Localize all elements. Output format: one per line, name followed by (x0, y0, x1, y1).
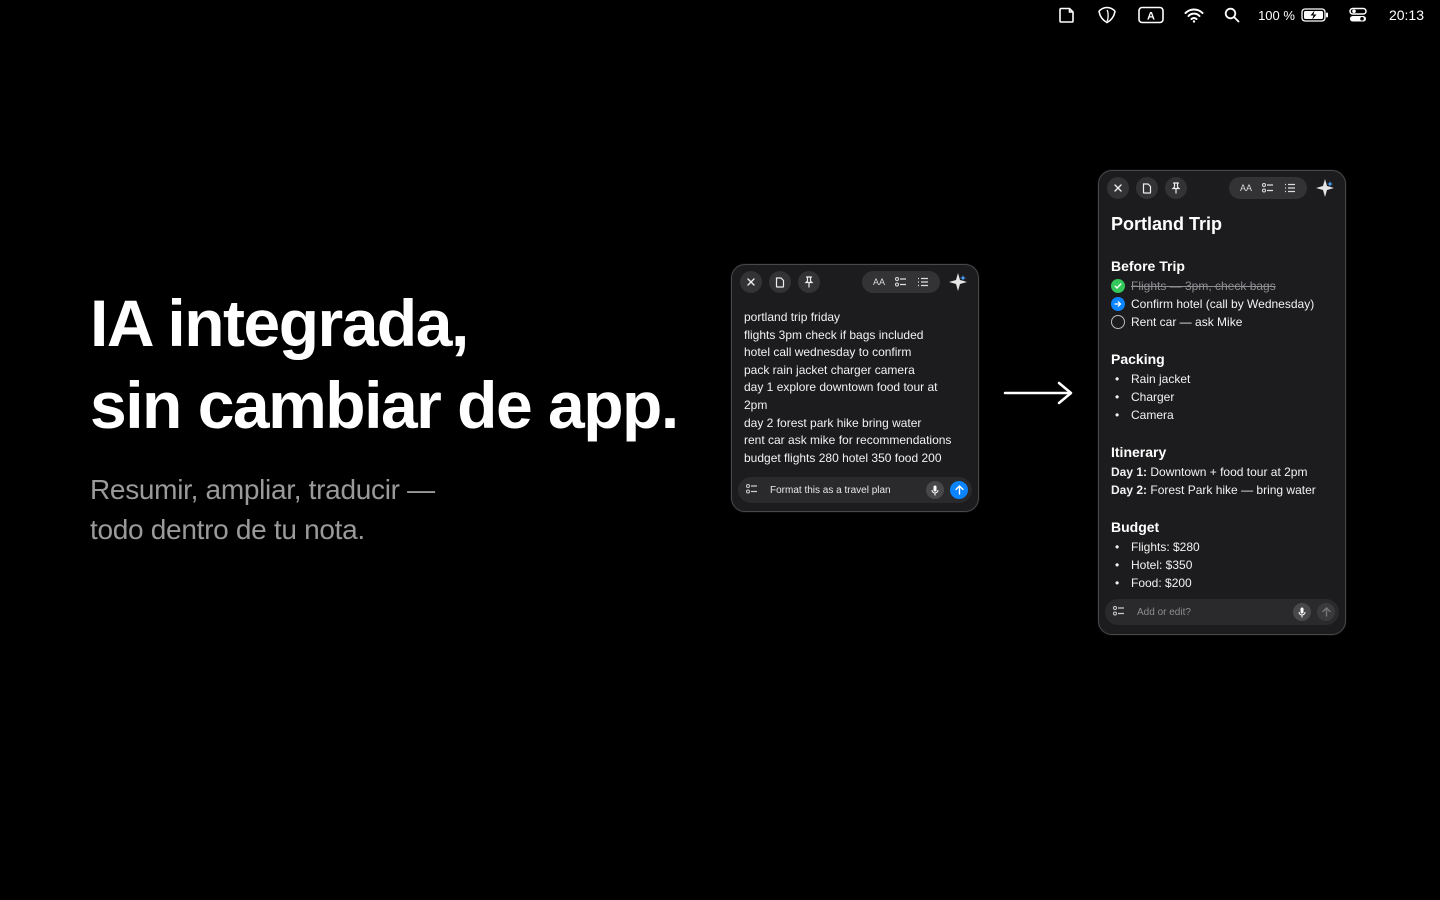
itinerary-day-label: Day 2: (1111, 483, 1148, 497)
send-button[interactable] (950, 481, 968, 499)
battery-percent: 100 % (1258, 7, 1295, 23)
ai-prompt-input[interactable]: Add or edit? (1137, 607, 1287, 618)
ai-sparkle-icon[interactable] (946, 270, 970, 294)
raw-note-window: AA portland trip friday flights 3pm chec… (731, 264, 979, 512)
section-heading-before-trip: Before Trip (1111, 258, 1185, 274)
checklist-item[interactable]: Flights — 3pm, check bags (1111, 279, 1276, 293)
document-icon[interactable] (769, 271, 791, 293)
input-source-icon[interactable]: A (1138, 0, 1164, 30)
list-icon[interactable] (912, 271, 934, 293)
list-item: Charger (1115, 390, 1174, 404)
hero-title: IA integrada, sin cambiar de app. (90, 282, 679, 446)
control-center-icon[interactable] (1349, 0, 1367, 30)
list-item-label: Charger (1131, 390, 1175, 404)
section-heading-budget: Budget (1111, 519, 1160, 535)
checklist-item[interactable]: Confirm hotel (call by Wednesday) (1111, 297, 1314, 311)
list-item: Food: $200 (1115, 576, 1192, 590)
section-heading-itinerary: Itinerary (1111, 444, 1167, 460)
list-item: Rain jacket (1115, 372, 1190, 386)
list-icon[interactable] (1279, 177, 1301, 199)
hero-title-line-2: sin cambiar de app. (90, 368, 679, 442)
ai-prompt-bar[interactable]: Add or edit? (1105, 599, 1339, 625)
raw-note-line: pack rain jacket charger camera (744, 362, 915, 377)
raw-note-line: hotel call wednesday to confirm (744, 345, 912, 360)
clock[interactable]: 20:13 (1389, 0, 1424, 30)
checklist-icon[interactable] (890, 271, 912, 293)
checked-icon[interactable] (1111, 279, 1125, 293)
raw-note-toolbar: AA (740, 271, 970, 293)
menu-bar: A 100 % 20:13 (1038, 0, 1440, 30)
send-button[interactable] (1317, 603, 1335, 621)
ai-sparkle-icon[interactable] (1313, 176, 1337, 200)
note-icon[interactable] (1058, 0, 1076, 30)
list-item-label: Food: $200 (1131, 576, 1192, 590)
unchecked-icon[interactable] (1111, 315, 1125, 329)
checklist-icon[interactable] (1113, 603, 1125, 621)
wifi-icon[interactable] (1184, 0, 1204, 30)
raw-note-line: day 1 explore downtown food tour at (744, 380, 938, 395)
list-item-label: Camera (1131, 408, 1174, 422)
checklist-item-label: Confirm hotel (call by Wednesday) (1131, 297, 1315, 311)
checklist-icon[interactable] (746, 481, 758, 499)
list-item: Flights: $280 (1115, 540, 1200, 554)
checklist-icon[interactable] (1257, 177, 1279, 199)
itinerary-day: Day 1: Downtown + food tour at 2pm (1111, 465, 1307, 479)
text-size-button[interactable]: AA (868, 271, 890, 293)
note-title: Portland Trip (1111, 214, 1223, 234)
list-item: Hotel: $350 (1115, 558, 1192, 572)
document-icon[interactable] (1136, 177, 1158, 199)
checklist-item-label: Rent car — ask Mike (1131, 315, 1243, 329)
list-item-label: Hotel: $350 (1131, 558, 1193, 572)
itinerary-day-label: Day 1: (1111, 465, 1148, 479)
close-icon[interactable] (740, 271, 762, 293)
itinerary-day: Day 2: Forest Park hike — bring water (1111, 483, 1316, 497)
raw-note-line: rent car ask mike for recommendations (744, 433, 952, 448)
hero-subtitle: Resumir, ampliar, traducir — todo dentro… (90, 470, 435, 550)
shield-icon[interactable] (1096, 0, 1118, 30)
itinerary-day-text: Forest Park hike — bring water (1147, 483, 1316, 497)
raw-note-line: day 2 forest park hike bring water (744, 415, 922, 430)
raw-note-line: portland trip friday (744, 310, 841, 324)
list-item-label: Rain jacket (1131, 372, 1191, 386)
search-icon[interactable] (1224, 0, 1240, 30)
section-heading-packing: Packing (1111, 351, 1165, 367)
checklist-item[interactable]: Rent car — ask Mike (1111, 315, 1242, 329)
ai-prompt-bar[interactable]: Format this as a travel plan (738, 477, 972, 503)
hero-subtitle-line-1: Resumir, ampliar, traducir — (90, 474, 435, 505)
format-controls: AA (1229, 177, 1307, 199)
battery-icon[interactable] (1301, 0, 1329, 30)
pin-icon[interactable] (1165, 177, 1187, 199)
in-progress-icon[interactable] (1111, 297, 1125, 311)
hero-subtitle-line-2: todo dentro de tu nota. (90, 514, 365, 545)
raw-note-body[interactable]: portland trip friday flights 3pm check i… (744, 309, 966, 467)
list-item-label: Flights: $280 (1131, 540, 1200, 554)
microphone-icon[interactable] (1293, 603, 1311, 621)
hero-title-line-1: IA integrada, (90, 286, 469, 360)
raw-note-line: flights 3pm check if bags included (744, 327, 924, 342)
close-icon[interactable] (1107, 177, 1129, 199)
formatted-note-toolbar: AA (1107, 177, 1337, 199)
transform-arrow-icon (1003, 381, 1075, 410)
microphone-icon[interactable] (926, 481, 944, 499)
raw-note-line: budget flights 280 hotel 350 food 200 (744, 450, 942, 465)
pin-icon[interactable] (798, 271, 820, 293)
formatted-note-window: AA Portland Trip Before Trip Flights — 3… (1098, 170, 1346, 635)
checklist-item-label: Flights — 3pm, check bags (1131, 279, 1276, 293)
raw-note-line: 2pm (744, 397, 768, 412)
format-controls: AA (862, 271, 940, 293)
itinerary-day-text: Downtown + food tour at 2pm (1147, 465, 1308, 479)
list-item: Camera (1115, 408, 1174, 422)
svg-text:A: A (1147, 11, 1155, 23)
text-size-button[interactable]: AA (1235, 177, 1257, 199)
ai-prompt-input[interactable]: Format this as a travel plan (770, 485, 920, 496)
